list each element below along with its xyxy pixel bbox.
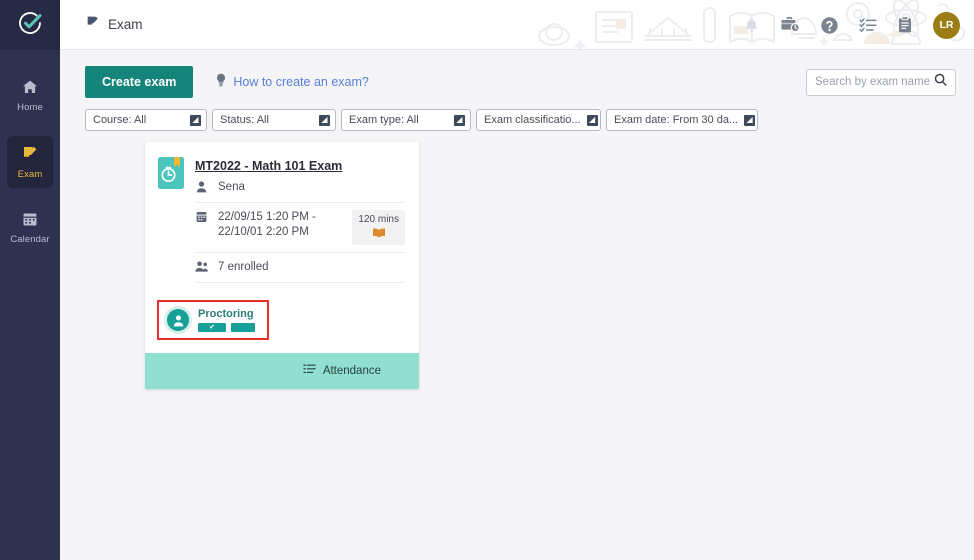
how-to-create-exam-link[interactable]: How to create an exam? xyxy=(215,73,369,92)
avatar[interactable]: LR xyxy=(933,11,960,39)
filter-course[interactable]: Course: All ◢ xyxy=(85,109,207,131)
chevron-down-icon: ◢ xyxy=(319,114,330,126)
filter-status[interactable]: Status: All ◢ xyxy=(212,109,336,131)
filter-course-label: Course: All xyxy=(93,114,147,126)
exam-card-main: MT2022 - Math 101 Exam Sena 22/09/15 1:2… xyxy=(195,156,405,283)
app-logo[interactable] xyxy=(0,0,60,50)
attendance-button[interactable]: Attendance xyxy=(145,353,419,389)
sidebar-item-calendar[interactable]: Calendar xyxy=(7,202,53,254)
check-circle-logo-icon xyxy=(15,8,45,43)
sidebar-item-exam[interactable]: Exam xyxy=(7,136,53,188)
exam-owner-text: Sena xyxy=(218,181,245,193)
sidebar: Home Exam Calendar xyxy=(0,0,60,560)
checklist-icon[interactable] xyxy=(859,17,877,33)
chevron-down-icon: ◢ xyxy=(190,114,201,126)
filter-exam-date-label: Exam date: From 30 da... xyxy=(614,114,739,126)
clipboard-icon[interactable] xyxy=(897,16,913,34)
filter-bar: Course: All ◢ Status: All ◢ Exam type: A… xyxy=(60,98,974,131)
exam-enrolled-text: 7 enrolled xyxy=(218,261,269,273)
proctoring-badge[interactable]: Proctoring ✔ xyxy=(157,300,269,340)
filter-exam-type-label: Exam type: All xyxy=(349,114,419,126)
header-icon-group: LR xyxy=(743,0,960,49)
filter-exam-type[interactable]: Exam type: All ◢ xyxy=(341,109,471,131)
briefcase-clock-icon[interactable] xyxy=(780,16,800,34)
exam-enrolled-row: 7 enrolled xyxy=(195,253,405,283)
filter-exam-classification[interactable]: Exam classificatio... ◢ xyxy=(476,109,601,131)
exam-timer-icon xyxy=(157,156,185,190)
exam-schedule-text: 22/09/15 1:20 PM - 22/10/01 2:20 PM xyxy=(218,211,316,238)
app-root: Home Exam Calendar Exam LR Create exam H… xyxy=(0,0,974,560)
proctoring-pill-checked: ✔ xyxy=(198,323,226,332)
proctoring-content: Proctoring ✔ xyxy=(198,308,255,332)
main-column: Exam LR Create exam How to create an exa… xyxy=(60,0,974,560)
proctoring-section: Proctoring ✔ xyxy=(145,283,419,353)
chevron-down-icon: ◢ xyxy=(586,114,598,126)
exam-card[interactable]: MT2022 - Math 101 Exam Sena 22/09/15 1:2… xyxy=(145,142,419,389)
exam-duration-badge: 120 mins xyxy=(352,210,405,245)
proctoring-pill xyxy=(231,323,255,332)
sidebar-item-home-label: Home xyxy=(17,102,43,113)
exam-schedule-row: 22/09/15 1:20 PM - 22/10/01 2:20 PM 120 … xyxy=(195,203,405,253)
person-icon xyxy=(195,180,208,193)
sidebar-item-home[interactable]: Home xyxy=(7,70,53,122)
avatar-initials: LR xyxy=(939,19,954,31)
attendance-label: Attendance xyxy=(322,365,381,377)
exam-title-link[interactable]: MT2022 - Math 101 Exam xyxy=(195,159,405,173)
page-title: Exam xyxy=(60,15,143,34)
search-icon[interactable] xyxy=(934,73,947,91)
exam-card-list: MT2022 - Math 101 Exam Sena 22/09/15 1:2… xyxy=(60,131,974,389)
page-header: Exam LR xyxy=(60,0,974,50)
people-icon xyxy=(195,260,208,272)
filter-status-label: Status: All xyxy=(220,114,269,126)
exam-owner-row: Sena xyxy=(195,173,405,203)
page-title-text: Exam xyxy=(108,17,143,32)
home-icon xyxy=(22,79,38,99)
calendar-icon xyxy=(195,210,208,223)
exam-edit-icon xyxy=(86,15,100,34)
how-to-create-exam-label: How to create an exam? xyxy=(233,75,369,89)
chevron-down-icon: ◢ xyxy=(744,114,756,126)
toolbar: Create exam How to create an exam? xyxy=(60,50,974,98)
proctoring-label: Proctoring xyxy=(198,308,254,320)
exam-card-body: MT2022 - Math 101 Exam Sena 22/09/15 1:2… xyxy=(145,142,419,283)
sidebar-item-exam-label: Exam xyxy=(17,168,43,180)
bell-icon[interactable] xyxy=(743,17,760,34)
filter-exam-date[interactable]: Exam date: From 30 da... ◢ xyxy=(606,109,758,131)
check-icon: ✔ xyxy=(209,324,215,331)
sidebar-item-calendar-label: Calendar xyxy=(10,234,50,245)
attendance-list-icon xyxy=(303,362,316,380)
search-input[interactable] xyxy=(815,76,934,88)
exam-duration-text: 120 mins xyxy=(358,214,399,225)
lightbulb-icon xyxy=(215,73,227,92)
exam-edit-icon xyxy=(22,145,39,166)
proctor-person-icon xyxy=(167,309,189,331)
proctoring-pills: ✔ xyxy=(198,323,255,332)
open-book-icon xyxy=(358,227,399,241)
chevron-down-icon: ◢ xyxy=(454,114,465,126)
calendar-icon xyxy=(22,211,38,231)
help-circle-icon[interactable] xyxy=(820,16,839,35)
search-box[interactable] xyxy=(806,68,956,96)
search-area xyxy=(806,68,956,96)
content-area: Create exam How to create an exam? Searc… xyxy=(60,50,974,560)
filter-exam-classification-label: Exam classificatio... xyxy=(484,114,581,126)
create-exam-button[interactable]: Create exam xyxy=(85,66,194,98)
